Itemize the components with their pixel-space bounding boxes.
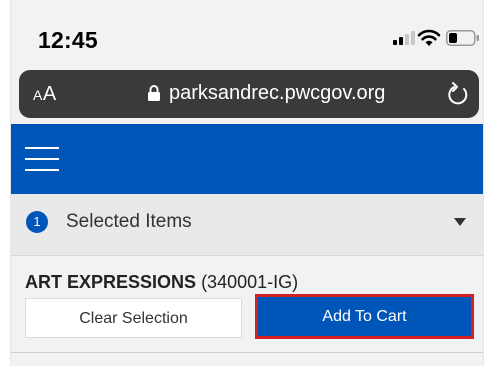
selected-count-badge: 1 (26, 211, 48, 233)
selected-items-label: Selected Items (66, 211, 192, 232)
caret-down-icon[interactable] (454, 218, 466, 226)
signal-icon (393, 31, 415, 45)
address-bar[interactable]: AA parksandrec.pwcgov.org (19, 70, 479, 118)
battery-icon (446, 30, 479, 46)
program-code: (340001-IG) (201, 272, 299, 292)
divider (11, 352, 483, 353)
selected-program: ART EXPRESSIONS (340001-IG) Clear Select… (11, 256, 483, 366)
site-header (11, 124, 483, 194)
hamburger-menu-icon[interactable] (25, 144, 59, 174)
status-time: 12:45 (38, 27, 98, 53)
lock-icon (148, 85, 160, 101)
clear-selection-button[interactable]: Clear Selection (25, 298, 242, 338)
text-size-button[interactable]: AA (33, 83, 57, 106)
status-bar: 12:45 (11, 0, 483, 64)
url-text[interactable]: parksandrec.pwcgov.org (169, 82, 385, 105)
program-title: ART EXPRESSIONS (340001-IG) (25, 272, 298, 293)
selected-items-toggle[interactable]: 1 Selected Items (11, 194, 483, 256)
mobile-screen: 12:45 AA parksandrec.pwcgov.org 1 Select… (10, 0, 484, 366)
wifi-icon (417, 29, 441, 46)
add-to-cart-button[interactable]: Add To Cart (255, 294, 474, 339)
reload-icon[interactable] (446, 81, 470, 107)
program-name: ART EXPRESSIONS (25, 272, 197, 292)
